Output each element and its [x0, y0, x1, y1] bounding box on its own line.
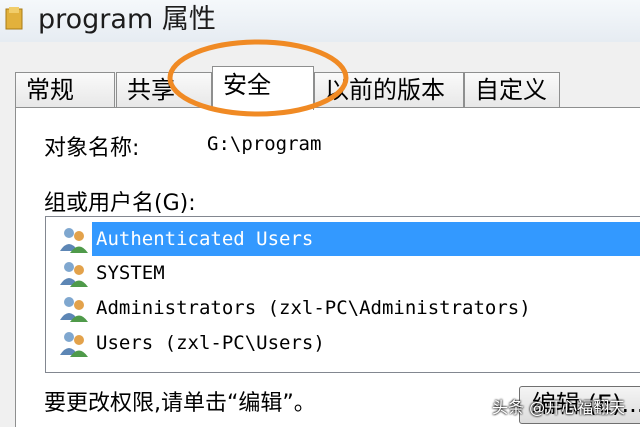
list-item[interactable]: Users (zxl-PC\Users) — [52, 326, 640, 360]
list-item[interactable]: Authenticated Users — [52, 222, 640, 256]
highlight-ellipse — [167, 39, 349, 117]
users-group-icon — [60, 332, 88, 357]
users-group-icon — [60, 228, 88, 253]
list-item[interactable]: SYSTEM — [52, 256, 640, 290]
list-item[interactable]: Administrators (zxl-PC\Administrators) — [52, 291, 640, 325]
users-group-icon — [60, 297, 88, 322]
window-title: program 属性 — [38, 4, 216, 35]
change-permissions-text: 要更改权限,请单击“编辑”。 — [44, 391, 316, 416]
tab-customize[interactable]: 自定义 — [464, 72, 560, 108]
users-list[interactable]: Authenticated Users SYSTEM Administrator… — [45, 216, 640, 373]
user-name: Administrators (zxl-PC\Administrators) — [96, 297, 531, 319]
watermark: 头条 @开心福翻天 — [492, 398, 626, 417]
user-name: Users (zxl-PC\Users) — [96, 332, 325, 354]
tab-general[interactable]: 常规 — [15, 72, 115, 108]
groups-label: 组或用户名(G): — [44, 191, 196, 216]
object-name-label: 对象名称: — [44, 136, 140, 161]
users-group-icon — [60, 262, 88, 287]
object-name-value: G:\program — [207, 133, 322, 155]
user-name: Authenticated Users — [92, 222, 640, 256]
user-name: SYSTEM — [96, 262, 165, 284]
title-bar: program 属性 — [0, 0, 640, 42]
folder-icon — [5, 7, 23, 30]
